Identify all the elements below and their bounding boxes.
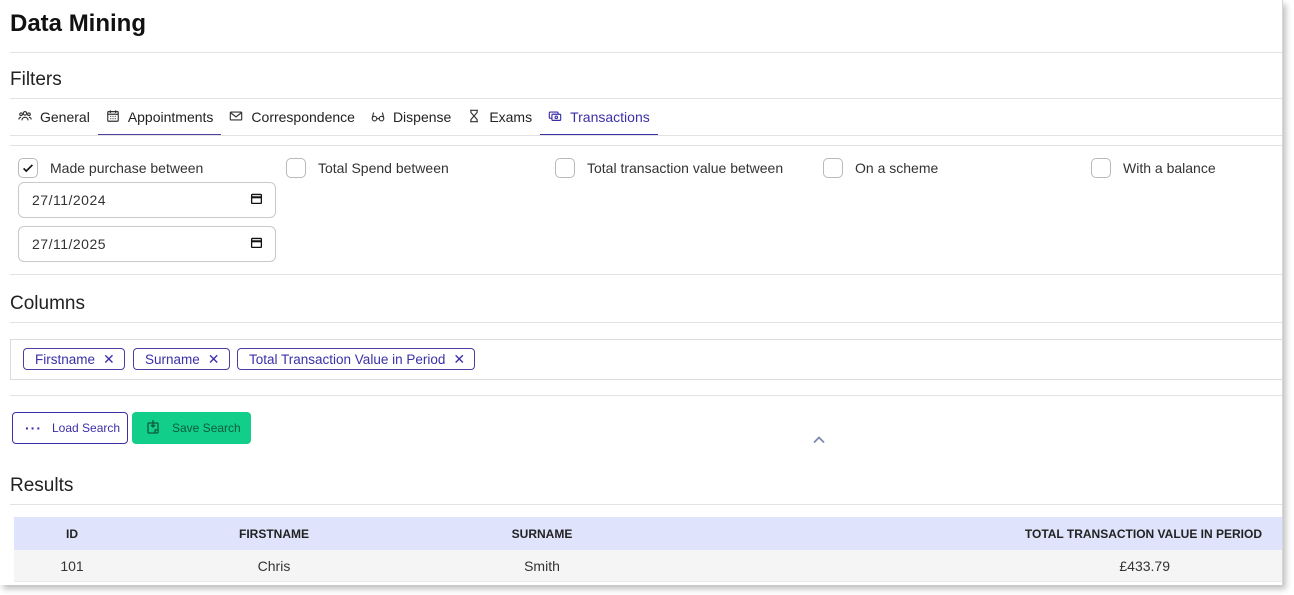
calendar-icon[interactable]: [250, 236, 263, 252]
tab-correspondence-label: Correspondence: [251, 109, 355, 125]
columns-select[interactable]: Firstname ✕ Surname ✕ Total Transaction …: [10, 339, 1282, 380]
on-scheme-label: On a scheme: [855, 160, 939, 176]
cell-total-transaction-value: £433.79: [666, 550, 1282, 582]
tab-appointments[interactable]: Appointments: [97, 100, 222, 136]
with-balance-checkbox[interactable]: [1091, 158, 1111, 178]
column-header-firstname[interactable]: FIRSTNAME: [130, 517, 418, 550]
table-row[interactable]: 101 Chris Smith £433.79: [14, 550, 1282, 582]
data-mining-page: Data Mining Filters General Appointments…: [0, 0, 1283, 585]
total-spend-label: Total Spend between: [318, 160, 449, 176]
load-search-label: Load Search: [52, 421, 121, 435]
tab-general[interactable]: General: [10, 100, 98, 136]
on-scheme-checkbox-row[interactable]: On a scheme: [823, 158, 938, 178]
remove-chip-icon[interactable]: ✕: [453, 352, 465, 366]
results-heading: Results: [10, 475, 74, 496]
calendar-icon: [106, 109, 120, 126]
column-header-surname[interactable]: SURNAME: [418, 517, 666, 550]
save-icon: [146, 419, 162, 438]
cash-icon: [548, 109, 562, 126]
cell-id: 101: [14, 550, 130, 582]
column-chip-label: Firstname: [35, 351, 96, 367]
with-balance-label: With a balance: [1123, 160, 1216, 176]
made-purchase-label: Made purchase between: [50, 160, 204, 176]
save-search-label: Save Search: [172, 421, 241, 435]
table-header-row: ID FIRSTNAME SURNAME TOTAL TRANSACTION V…: [14, 517, 1282, 550]
total-transaction-value-label: Total transaction value between: [587, 160, 784, 176]
chevron-up-icon[interactable]: [811, 432, 827, 453]
date-to-value: 27/11/2025: [32, 236, 107, 252]
total-transaction-value-checkbox[interactable]: [555, 158, 575, 178]
calendar-icon[interactable]: [250, 192, 263, 208]
load-search-button[interactable]: ··· Load Search: [12, 412, 128, 444]
tab-transactions[interactable]: Transactions: [540, 100, 658, 136]
divider: [10, 504, 1282, 505]
divider: [10, 322, 1282, 323]
divider: [10, 395, 1282, 396]
cell-firstname: Chris: [130, 550, 418, 582]
cell-surname: Smith: [418, 550, 666, 582]
column-chip-firstname: Firstname ✕: [23, 348, 125, 370]
tab-general-label: General: [40, 109, 90, 125]
tab-appointments-label: Appointments: [127, 109, 214, 125]
column-chip-total-transaction-value: Total Transaction Value in Period ✕: [237, 348, 476, 370]
divider: [10, 135, 1282, 136]
page-title: Data Mining: [10, 10, 146, 37]
users-icon: [18, 109, 32, 126]
made-purchase-checkbox-row[interactable]: Made purchase between: [18, 158, 203, 178]
more-dots-icon: ···: [25, 420, 42, 436]
column-chip-label: Total Transaction Value in Period: [249, 351, 446, 367]
filter-tabs: General Appointments Correspondence Disp…: [10, 100, 658, 136]
hourglass-icon: [467, 109, 481, 126]
date-to-input[interactable]: 27/11/2025: [18, 226, 276, 262]
envelope-icon: [229, 109, 243, 126]
total-spend-checkbox[interactable]: [286, 158, 306, 178]
tab-exams[interactable]: Exams: [459, 100, 540, 136]
date-from-input[interactable]: 27/11/2024: [18, 182, 276, 218]
columns-heading: Columns: [10, 293, 85, 314]
save-search-button[interactable]: Save Search: [132, 412, 251, 444]
glasses-icon: [371, 109, 385, 126]
with-balance-checkbox-row[interactable]: With a balance: [1091, 158, 1216, 178]
column-header-id[interactable]: ID: [14, 517, 130, 550]
made-purchase-checkbox[interactable]: [18, 158, 38, 178]
total-transaction-value-checkbox-row[interactable]: Total transaction value between: [555, 158, 783, 178]
column-chip-surname: Surname ✕: [133, 348, 230, 370]
date-from-value: 27/11/2024: [32, 192, 107, 208]
divider: [10, 52, 1282, 53]
results-table: ID FIRSTNAME SURNAME TOTAL TRANSACTION V…: [14, 517, 1282, 582]
tab-exams-label: Exams: [489, 109, 533, 125]
tab-transactions-label: Transactions: [570, 109, 650, 125]
tab-dispense-label: Dispense: [392, 109, 452, 125]
filters-heading: Filters: [10, 69, 62, 90]
column-chip-label: Surname: [145, 351, 200, 367]
tab-correspondence[interactable]: Correspondence: [221, 100, 363, 136]
divider: [10, 98, 1282, 99]
tab-dispense[interactable]: Dispense: [363, 100, 459, 136]
filter-panel: Made purchase between Total Spend betwee…: [10, 145, 1282, 275]
remove-chip-icon[interactable]: ✕: [103, 352, 115, 366]
column-header-total-transaction-value[interactable]: TOTAL TRANSACTION VALUE IN PERIOD: [666, 517, 1282, 550]
on-scheme-checkbox[interactable]: [823, 158, 843, 178]
total-spend-checkbox-row[interactable]: Total Spend between: [286, 158, 449, 178]
remove-chip-icon[interactable]: ✕: [208, 352, 220, 366]
